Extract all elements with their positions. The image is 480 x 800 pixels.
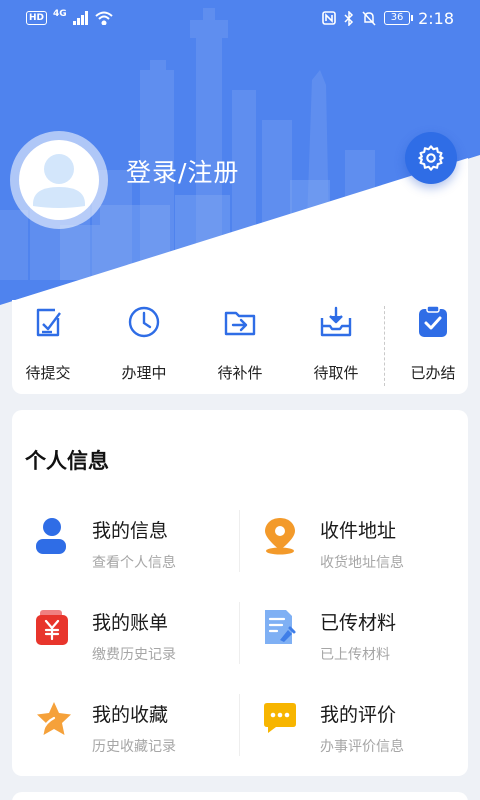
personal-info-card: 个人信息 我的信息 查看个人信息 收件地址 收货地址信息 我的账单 缴费历史记录… (12, 410, 468, 776)
bluetooth-icon (344, 10, 354, 26)
status-pending-pickup-label: 待取件 (313, 364, 359, 382)
user-icon (36, 518, 66, 554)
my-bill-item[interactable]: 我的账单 缴费历史记录 (34, 608, 234, 672)
default-user-icon (33, 154, 85, 208)
my-favorites-title: 我的收藏 (92, 704, 169, 726)
my-bill-title: 我的账单 (92, 612, 169, 634)
uploaded-materials-subtitle: 已上传材料 (320, 647, 390, 663)
document-edit-icon (36, 308, 61, 337)
column-divider (239, 602, 240, 664)
uploaded-materials-title: 已传材料 (320, 612, 397, 634)
wallet-yuan-icon (36, 610, 68, 645)
network-type: 4G (53, 9, 67, 19)
star-icon (37, 702, 71, 735)
application-status-card: 待提交 办理中 待补件 待取件 已办结 (12, 300, 468, 394)
status-bar: HD 4G 36 2:18 (0, 0, 480, 36)
column-divider (239, 510, 240, 572)
clock-icon (128, 306, 160, 338)
nfc-icon (322, 11, 336, 25)
status-pending-supplement[interactable]: 待补件 (194, 300, 286, 394)
battery-indicator: 36 (384, 11, 414, 25)
status-pending-supplement-label: 待补件 (217, 364, 263, 382)
mute-icon (362, 10, 376, 26)
status-pending-submit[interactable]: 待提交 (2, 300, 94, 394)
my-reviews-item[interactable]: 我的评价 办事评价信息 (262, 700, 462, 764)
wifi-icon (95, 11, 113, 25)
column-divider (239, 694, 240, 756)
location-pin-icon (265, 518, 295, 555)
my-favorites-subtitle: 历史收藏记录 (92, 739, 176, 755)
delivery-address-item[interactable]: 收件地址 收货地址信息 (262, 516, 462, 580)
tray-download-icon (320, 306, 352, 337)
status-in-progress-label: 办理中 (121, 364, 167, 382)
avatar-image (19, 140, 99, 220)
status-divider (384, 306, 385, 386)
my-reviews-subtitle: 办事评价信息 (320, 739, 404, 755)
status-pending-pickup[interactable]: 待取件 (290, 300, 382, 394)
chat-bubble-icon (264, 703, 296, 733)
status-in-progress[interactable]: 办理中 (98, 300, 190, 394)
clipboard-check-icon (419, 305, 447, 337)
login-register-link[interactable]: 登录/注册 (126, 153, 239, 189)
personal-info-title: 个人信息 (25, 449, 109, 473)
profile-page: HD 4G 36 2:18 登录/注册 待提交 办理中 待补件 待取件 已办结 … (0, 0, 480, 800)
status-completed[interactable]: 已办结 (387, 300, 479, 394)
my-info-item[interactable]: 我的信息 查看个人信息 (34, 516, 234, 580)
status-time: 2:18 (418, 8, 454, 28)
my-info-title: 我的信息 (92, 520, 169, 542)
my-bill-subtitle: 缴费历史记录 (92, 647, 176, 663)
status-pending-submit-label: 待提交 (25, 364, 71, 382)
my-favorites-item[interactable]: 我的收藏 历史收藏记录 (34, 700, 234, 764)
document-upload-icon (265, 610, 296, 644)
folder-arrow-icon (224, 311, 256, 336)
delivery-address-title: 收件地址 (320, 520, 397, 542)
gear-icon (418, 145, 444, 171)
my-info-subtitle: 查看个人信息 (92, 555, 176, 571)
signal-icon (72, 11, 88, 25)
settings-button[interactable] (405, 132, 457, 184)
my-reviews-title: 我的评价 (320, 704, 397, 726)
status-completed-label: 已办结 (410, 364, 456, 382)
next-section-card (12, 792, 468, 800)
avatar[interactable] (10, 131, 108, 229)
uploaded-materials-item[interactable]: 已传材料 已上传材料 (262, 608, 462, 672)
hd-badge: HD (26, 11, 48, 25)
delivery-address-subtitle: 收货地址信息 (320, 555, 404, 571)
